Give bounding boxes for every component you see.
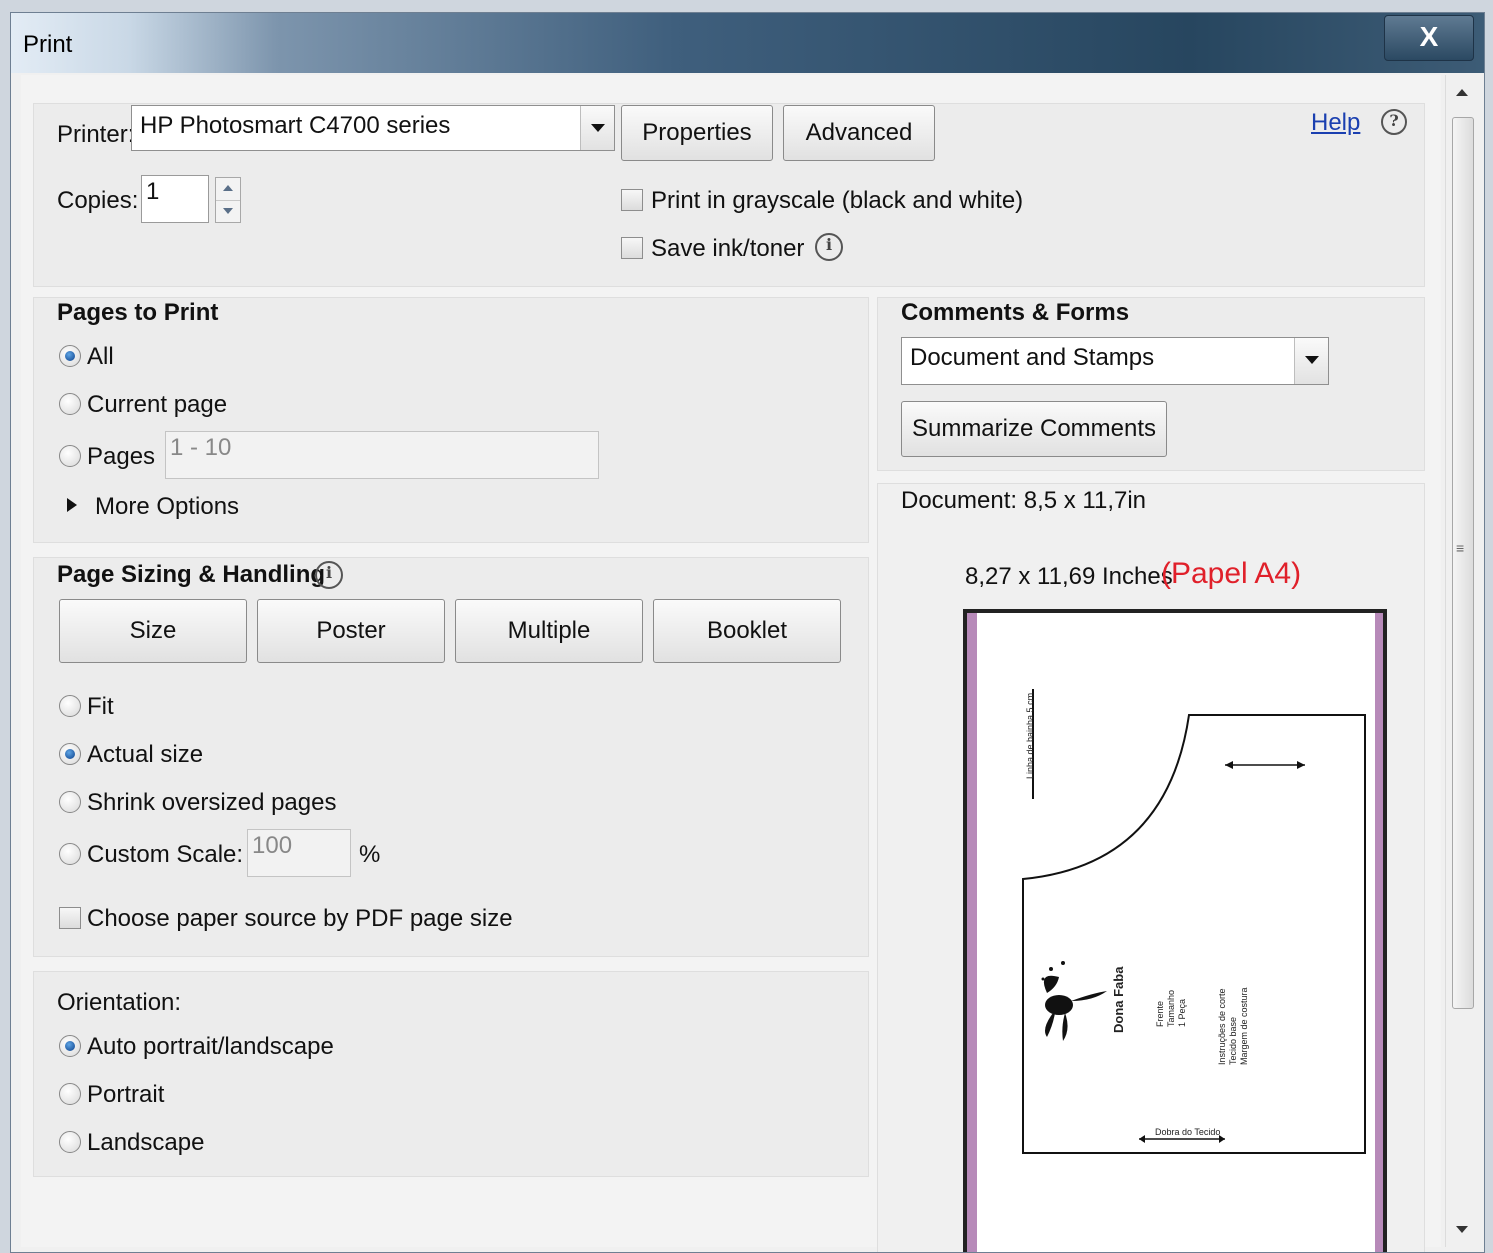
paper-size-label: 8,27 x 11,69 Inches [965,563,1173,590]
actual-size-radio[interactable] [59,743,81,765]
printer-label: Printer: [57,121,135,148]
pattern-margin-note: Linha de bainha 5 cm [1025,692,1035,779]
help-icon[interactable]: ? [1381,109,1407,135]
custom-scale-label: Custom Scale: [87,841,244,868]
custom-scale-radio[interactable] [59,843,81,865]
save-ink-label: Save ink/toner [651,235,805,262]
stepper-up-icon[interactable] [216,178,240,200]
save-ink-info-icon[interactable]: i [815,233,843,261]
tab-booklet[interactable]: Booklet [653,599,841,663]
comments-select[interactable]: Document and Stamps [901,337,1329,385]
pattern-fold-label: Dobra do Tecido [1155,1127,1221,1137]
save-ink-checkbox[interactable] [621,237,643,259]
tab-poster[interactable]: Poster [257,599,445,663]
close-button[interactable]: X [1384,15,1474,61]
actual-size-label: Actual size [87,741,204,768]
chevron-down-icon[interactable] [580,106,614,150]
more-options-toggle[interactable]: More Options [67,493,239,521]
scroll-up-icon[interactable] [1456,89,1468,96]
chevron-down-icon[interactable] [1294,338,1328,384]
paper-source-checkbox[interactable] [59,907,81,929]
scroll-down-icon[interactable] [1456,1226,1468,1233]
scroll-thumb[interactable] [1452,117,1474,1009]
percent-label: % [359,841,381,868]
pages-range-radio[interactable] [59,445,81,467]
fit-radio[interactable] [59,695,81,717]
properties-button[interactable]: Properties [621,105,773,161]
help-link[interactable]: Help [1311,109,1360,137]
fit-label: Fit [87,693,114,720]
grip-icon: ≡ [1456,540,1465,556]
tab-size[interactable]: Size [59,599,247,663]
page-sizing-info-icon[interactable]: i [315,561,343,589]
comments-select-value: Document and Stamps [910,344,1155,371]
shrink-label: Shrink oversized pages [87,789,337,816]
orientation-landscape-radio[interactable] [59,1131,81,1153]
copies-input[interactable]: 1 [141,175,209,223]
window-title: Print [23,31,73,58]
expand-triangle-icon [67,498,77,512]
page-preview: Linha de bainha 5 cm Dona Faba Frente Tam… [963,609,1387,1252]
grayscale-label: Print in grayscale (black and white) [651,187,1024,214]
pages-current-radio[interactable] [59,393,81,415]
shrink-radio[interactable] [59,791,81,813]
orientation-portrait-label: Portrait [87,1081,165,1108]
pages-all-radio[interactable] [59,345,81,367]
fairy-logo-icon [1041,961,1107,1041]
title-bar: Print X [11,13,1484,73]
vertical-scrollbar[interactable]: ≡ [1445,75,1478,1247]
pattern-piece-info: Frente Tamanho 1 Peça [1155,989,1187,1027]
paper-source-label: Choose paper source by PDF page size [87,905,513,932]
orientation-auto-label: Auto portrait/landscape [87,1033,334,1060]
pages-to-print-title: Pages to Print [57,299,219,326]
pages-range-label: Pages [87,443,156,470]
orientation-title: Orientation: [57,989,182,1016]
printer-select-value: HP Photosmart C4700 series [140,112,451,139]
page-sizing-title: Page Sizing & Handling [57,561,326,588]
document-size-label: Document: 8,5 x 11,7in [901,487,1147,514]
advanced-button[interactable]: Advanced [783,105,935,161]
copies-label: Copies: [57,187,139,214]
tab-multiple[interactable]: Multiple [455,599,643,663]
more-options-label: More Options [95,493,240,520]
paper-note: (Papel A4) [1161,557,1302,590]
grayscale-checkbox[interactable] [621,189,643,211]
pattern-cut-info: Instruções de corte Tecido base Margem de … [1217,987,1249,1065]
custom-scale-input[interactable]: 100 [247,829,351,877]
print-dialog: Print X Printer: HP Photosmart C4700 ser… [10,12,1485,1253]
orientation-auto-radio[interactable] [59,1035,81,1057]
stepper-down-icon[interactable] [216,200,240,222]
copies-stepper[interactable] [215,177,241,223]
summarize-comments-button[interactable]: Summarize Comments [901,401,1167,457]
orientation-portrait-radio[interactable] [59,1083,81,1105]
orientation-landscape-label: Landscape [87,1129,205,1156]
pages-current-label: Current page [87,391,228,418]
pattern-brand: Dona Faba [1111,966,1126,1033]
comments-title: Comments & Forms [901,299,1130,326]
pages-range-input[interactable]: 1 - 10 [165,431,599,479]
pages-all-label: All [87,343,114,370]
printer-select[interactable]: HP Photosmart C4700 series [131,105,615,151]
